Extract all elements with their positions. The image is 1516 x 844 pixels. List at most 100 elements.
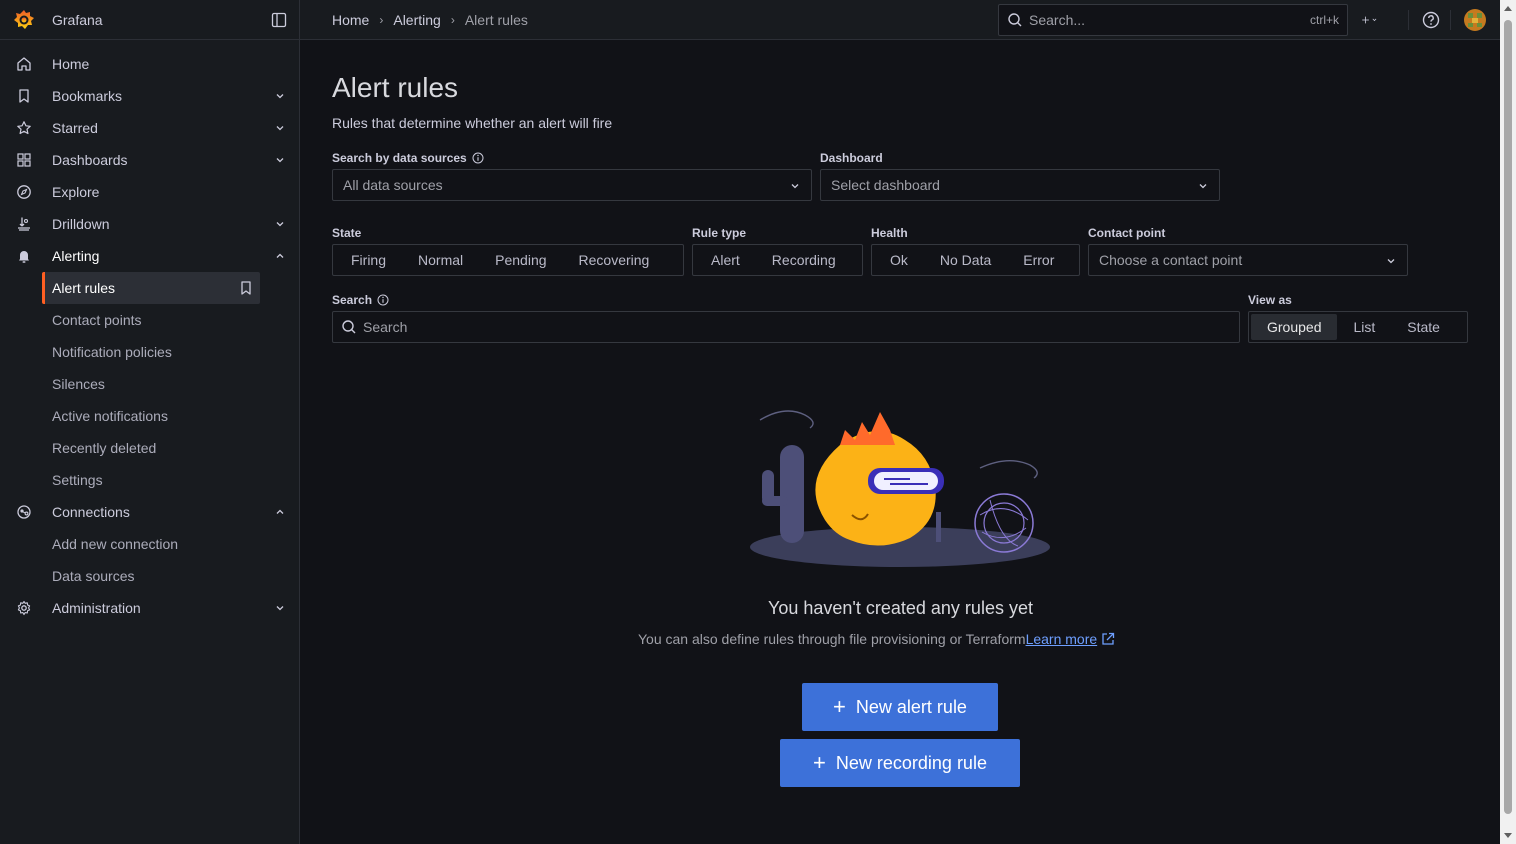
new-alert-rule-label: New alert rule	[855, 696, 967, 717]
plus-icon: +	[813, 750, 826, 775]
info-icon[interactable]	[377, 294, 389, 306]
top-bar: Grafana Home › Alerting › Alert rules Se…	[0, 0, 1500, 40]
health-option-nodata[interactable]: No Data	[924, 247, 1007, 273]
dashboard-filter-label: Dashboard	[820, 151, 883, 165]
learn-more-link[interactable]: Learn more	[1026, 631, 1116, 647]
sidebar-item-alert-rules[interactable]: Alert rules	[42, 272, 260, 304]
breadcrumb-home[interactable]: Home	[332, 12, 369, 28]
chevron-down-icon[interactable]	[274, 90, 286, 102]
contact-filter-label: Contact point	[1088, 226, 1166, 240]
sidebar-item-active-notifications[interactable]: Active notifications	[0, 400, 300, 432]
chevron-down-icon[interactable]	[274, 122, 286, 134]
state-option-recovering[interactable]: Recovering	[563, 247, 666, 273]
state-option-pending[interactable]: Pending	[479, 247, 562, 273]
datasource-select[interactable]: All data sources	[332, 169, 812, 201]
learn-more-link-text: Learn more	[1025, 631, 1098, 647]
page-scrollbar[interactable]	[1500, 0, 1516, 844]
breadcrumb-current: Alert rules	[464, 11, 528, 28]
dock-menu-icon[interactable]	[271, 12, 287, 28]
sidebar-item-label: Add new connection	[52, 536, 179, 552]
sidebar-item-starred[interactable]: Starred	[0, 112, 300, 144]
sidebar-item-label: Active notifications	[52, 408, 168, 424]
breadcrumb: Home › Alerting › Alert rules	[300, 12, 528, 28]
scroll-up-arrow-icon[interactable]	[1504, 6, 1512, 11]
chevron-up-icon[interactable]	[274, 506, 286, 518]
sidebar-item-bookmarks[interactable]: Bookmarks	[0, 80, 300, 112]
chevron-down-icon[interactable]	[274, 602, 286, 614]
state-option-firing[interactable]: Firing	[335, 247, 402, 273]
viewas-group: Grouped List State	[1248, 311, 1468, 343]
breadcrumb-alerting[interactable]: Alerting	[393, 12, 440, 28]
grafana-logo-icon[interactable]	[12, 8, 36, 32]
sidebar-item-label: Recently deleted	[52, 440, 157, 456]
new-recording-rule-button[interactable]: + New recording rule	[780, 739, 1020, 787]
user-avatar-icon[interactable]	[1463, 8, 1487, 32]
sidebar-item-notification-policies[interactable]: Notification policies	[0, 336, 300, 368]
page-subtitle: Rules that determine whether an alert wi…	[332, 115, 613, 131]
sidebar-item-label: Alerting	[52, 248, 100, 264]
new-alert-rule-button[interactable]: + New alert rule	[802, 683, 998, 731]
add-new-icon[interactable]	[1360, 10, 1380, 30]
viewas-label: View as	[1248, 293, 1292, 307]
sidebar-item-connections[interactable]: Connections	[0, 496, 300, 528]
ruletype-option-alert[interactable]: Alert	[695, 247, 756, 273]
sidebar-item-dashboards[interactable]: Dashboards	[0, 144, 300, 176]
sidebar-item-home[interactable]: Home	[0, 48, 300, 80]
sidebar-item-label: Connections	[52, 504, 130, 520]
state-option-normal[interactable]: Normal	[402, 247, 479, 273]
sidebar-item-label: Silences	[52, 376, 105, 392]
external-link-icon	[1102, 632, 1115, 645]
empty-state-text: You can also define rules through file p…	[638, 631, 1115, 647]
sidebar-item-silences[interactable]: Silences	[0, 368, 300, 400]
search-filter-label: Search	[332, 293, 389, 307]
sidebar-item-settings[interactable]: Settings	[0, 464, 300, 496]
ruletype-filter-group: Alert Recording	[692, 244, 863, 276]
info-icon[interactable]	[472, 152, 484, 164]
dashboard-select[interactable]: Select dashboard	[820, 169, 1220, 201]
viewas-option-state[interactable]: State	[1391, 314, 1456, 340]
sidebar-item-contact-points[interactable]: Contact points	[0, 304, 300, 336]
sidebar-item-label: Dashboards	[52, 152, 128, 168]
chevron-down-icon	[1199, 184, 1207, 189]
sidebar-item-explore[interactable]: Explore	[0, 176, 300, 208]
health-filter-label: Health	[871, 226, 908, 240]
chevron-down-icon[interactable]	[274, 154, 286, 166]
search-filter-label-text: Search	[332, 293, 373, 307]
cog-icon	[17, 600, 31, 616]
datasource-select-value: All data sources	[343, 177, 443, 193]
health-option-error[interactable]: Error	[1007, 247, 1070, 273]
sidebar-item-recently-deleted[interactable]: Recently deleted	[0, 432, 300, 464]
drilldown-icon	[18, 217, 30, 231]
chevron-down-icon	[791, 184, 799, 189]
sidebar-item-label: Contact points	[52, 312, 142, 328]
empty-state-illustration	[750, 410, 1050, 567]
scrollbar-thumb[interactable]	[1504, 20, 1512, 814]
bookmark-icon[interactable]	[238, 280, 254, 296]
rules-search-placeholder: Search	[363, 319, 408, 335]
viewas-option-list[interactable]: List	[1337, 314, 1391, 340]
state-filter-label: State	[332, 226, 362, 240]
help-icon[interactable]	[1421, 10, 1441, 30]
health-option-ok[interactable]: Ok	[874, 247, 924, 273]
chevron-up-icon[interactable]	[274, 250, 286, 262]
new-recording-rule-label: New recording rule	[835, 752, 987, 773]
contact-point-select[interactable]: Choose a contact point	[1088, 244, 1408, 276]
global-search-input[interactable]: Search... ctrl+k	[998, 4, 1348, 36]
ruletype-option-recording[interactable]: Recording	[756, 247, 852, 273]
page-title: Alert rules	[332, 72, 459, 103]
scroll-down-arrow-icon[interactable]	[1504, 833, 1512, 838]
rules-search-input[interactable]: Search	[332, 311, 1240, 343]
sidebar-item-data-sources[interactable]: Data sources	[0, 560, 300, 592]
sidebar-item-drilldown[interactable]: Drilldown	[0, 208, 300, 240]
sidebar-item-alerting[interactable]: Alerting	[0, 240, 300, 272]
sidebar-item-add-new-connection[interactable]: Add new connection	[0, 528, 300, 560]
sidebar-item-label: Notification policies	[52, 344, 172, 360]
sidebar-item-label: Home	[52, 56, 90, 72]
brand-name: Grafana	[52, 11, 103, 28]
connections-icon	[17, 505, 31, 519]
chevron-down-icon[interactable]	[274, 218, 286, 230]
datasource-filter-label-text: Search by data sources	[332, 151, 467, 165]
viewas-option-grouped[interactable]: Grouped	[1251, 314, 1338, 340]
state-filter-group: Firing Normal Pending Recovering	[332, 244, 684, 276]
sidebar-item-administration[interactable]: Administration	[0, 592, 300, 624]
